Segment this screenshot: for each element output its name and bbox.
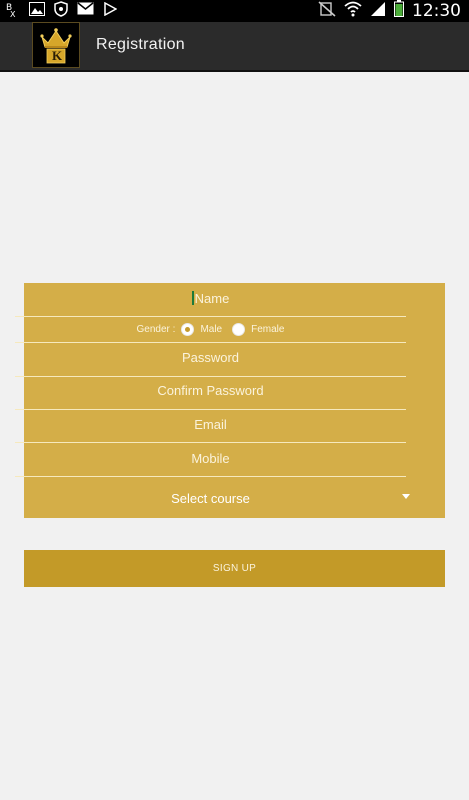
image-icon <box>29 1 45 21</box>
app-logo[interactable]: K <box>32 22 80 68</box>
email-placeholder: Email <box>194 417 227 432</box>
male-label[interactable]: Male <box>200 324 222 335</box>
course-select-label: Select course <box>171 490 250 506</box>
dropdown-arrow-icon <box>402 494 410 499</box>
signup-button[interactable]: SIGN UP <box>24 550 445 587</box>
clock-time: 12:30 <box>412 1 461 21</box>
name-placeholder: Name <box>194 291 230 306</box>
gender-label: Gender : <box>136 324 176 335</box>
male-radio[interactable] <box>181 323 195 336</box>
mobile-placeholder: Mobile <box>191 451 230 466</box>
status-bar: BX 12:30 <box>0 0 469 22</box>
no-sim-icon <box>318 0 336 22</box>
female-radio[interactable] <box>232 323 246 336</box>
bx-notification-icon: BX <box>6 1 20 22</box>
svg-text:X: X <box>10 10 16 17</box>
confirm-password-placeholder: Confirm Password <box>157 383 264 398</box>
email-field[interactable]: Email <box>15 410 406 443</box>
radio-selected-dot <box>185 327 191 332</box>
play-store-icon <box>103 1 118 21</box>
notification-icons: BX <box>6 0 118 22</box>
name-field[interactable]: Name <box>15 290 406 317</box>
logo-letter: K <box>52 48 63 63</box>
action-bar: K Registration <box>0 22 469 72</box>
mobile-field[interactable]: Mobile <box>15 443 406 477</box>
gmail-icon <box>77 2 94 20</box>
wifi-icon <box>344 1 362 22</box>
confirm-password-field[interactable]: Confirm Password <box>15 377 406 410</box>
password-field[interactable]: Password <box>15 344 406 377</box>
battery-icon <box>394 0 404 22</box>
text-cursor <box>191 291 194 305</box>
course-select[interactable]: Select course <box>15 483 410 513</box>
female-label[interactable]: Female <box>251 324 284 335</box>
password-placeholder: Password <box>181 350 240 365</box>
gender-selector: Gender : Male Female <box>15 317 406 343</box>
signal-icon <box>370 1 386 22</box>
page-title: Registration <box>96 36 185 53</box>
system-icons: 12:30 <box>318 0 461 22</box>
shield-icon <box>54 0 68 22</box>
